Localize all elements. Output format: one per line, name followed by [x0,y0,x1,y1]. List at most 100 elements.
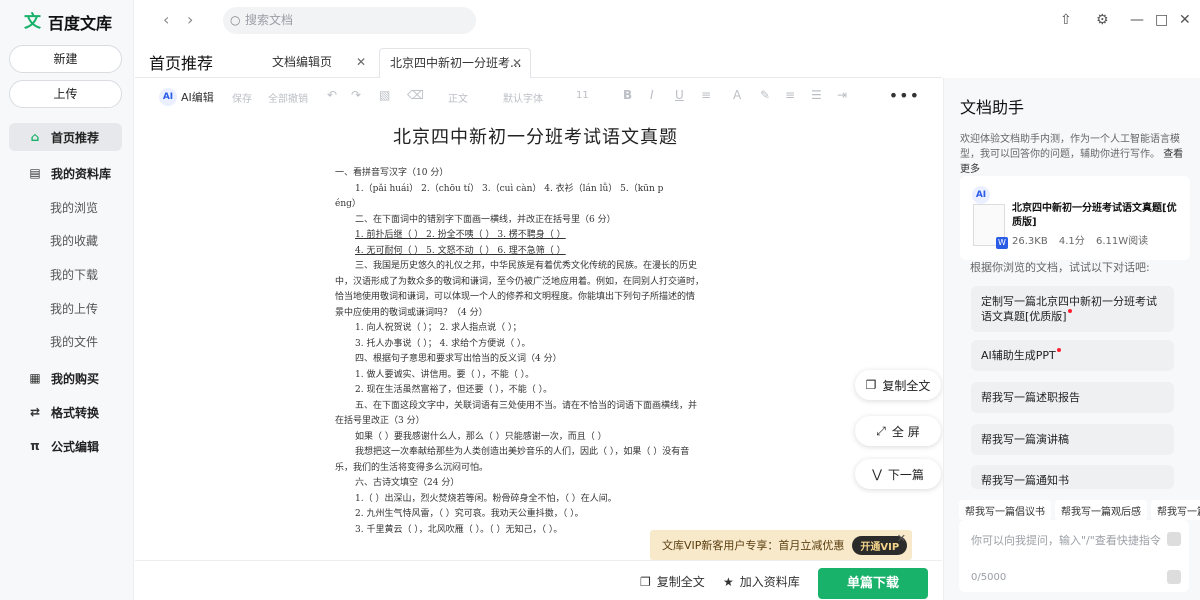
tab-close-icon[interactable]: ✕ [512,49,522,77]
sidebar-sub-files[interactable]: 我的文件 [50,333,98,350]
download-button[interactable]: 单篇下载 [818,568,928,599]
copy-all-float-button[interactable]: ❐ 复制全文 [855,370,941,400]
highlight-icon[interactable]: ✎ [760,88,770,102]
assistant-title: 文档助手 [960,98,1025,117]
clear-format-icon[interactable]: ⌫ [407,88,424,102]
underline-button[interactable]: U [675,88,684,102]
tab-label: 北京四中新初一分班考... [390,56,522,70]
sidebar-item-formula[interactable]: π 公式编辑 [9,432,122,460]
assistant-input-placeholder: 你可以向我提问，输入"/"查看快捷指令 [971,534,1161,547]
chevrons-down-icon: ⋁ [872,467,882,481]
sidebar-item-library[interactable]: ▤ 我的资料库 [9,159,122,187]
document-editor: AI AI编辑 保存 全部撤销 ↶ ↷ ▧ ⌫ 正文 默认字体 11 B I U… [135,78,942,600]
vip-banner[interactable]: 文库VIP新客用户专享：首月立减优惠 开通VIP ✕ [650,530,912,560]
logo[interactable]: 文 百度文库 [24,10,112,34]
copy-all-button[interactable]: ❐ 复制全文 [640,573,705,590]
close-window-icon[interactable]: ✕ [1179,12,1191,28]
ai-icon: AI [159,88,177,106]
undo-icon[interactable]: ↶ [327,88,337,102]
new-dot-icon [1056,348,1061,352]
sidebar-sub-favorites[interactable]: 我的收藏 [50,232,98,249]
share-icon[interactable]: ⇧ [1060,12,1072,28]
font-family-select[interactable]: 默认字体 [503,90,543,105]
paragraph-style-select[interactable]: 正文 [448,90,468,105]
suggestion-item[interactable]: 帮我写一篇述职报告 [971,382,1174,413]
doc-line: 如果（ ）要我感谢什么人，那么（ ）只能感谢一次，而且（ ） [355,431,607,442]
upload-button[interactable]: 上传 [9,80,122,108]
ai-edit-label: AI编辑 [181,91,214,104]
tab-current-doc[interactable]: 北京四中新初一分班考... ✕ [379,48,531,78]
page-title: 首页推荐 [149,54,214,73]
quick-chip[interactable]: 帮我写一篇 [1151,500,1200,520]
maximize-icon[interactable]: □ [1155,12,1168,28]
tab-doc-editor[interactable]: 文档编辑页 ✕ [262,48,374,78]
suggestion-item[interactable]: 定制写一篇北京四中新初一分班考试语文真题[优质版] [971,286,1174,332]
minimize-icon[interactable]: — [1130,12,1144,28]
doc-line: 1. 做人要诚实、讲信用。要（ ），不能（ ）。 [355,369,535,380]
undo-all-button[interactable]: 全部撤销 [268,90,308,105]
doc-line: éng） [335,199,361,209]
sidebar-item-home[interactable]: ⌂ 首页推荐 [9,123,122,151]
italic-button[interactable]: I [650,88,654,102]
doc-line: 中，汉语形成了为数众多的敬词和谦词，至今仍被广泛地应用着。例如，在同别人打交道时… [335,276,705,287]
list-icon[interactable]: ☰ [811,88,822,102]
sidebar-sub-downloads[interactable]: 我的下载 [50,266,98,283]
font-size-select[interactable]: 11 [576,90,589,101]
tab-bar: 首页推荐 文档编辑页 ✕ 北京四中新初一分班考... ✕ [135,44,942,78]
quick-chip[interactable]: 帮我写一篇观后感 [1055,500,1147,520]
forward-arrow-icon[interactable]: › [187,10,193,29]
bold-button[interactable]: B [623,88,632,102]
sidebar-item-label: 公式编辑 [51,439,100,454]
tab-close-icon[interactable]: ✕ [356,48,366,76]
formula-icon: π [30,439,40,453]
star-icon: ★ [723,574,734,589]
sidebar-item-convert[interactable]: ⇄ 格式转换 [9,398,122,426]
doc-card[interactable]: AI W 北京四中新初一分班考试语文真题[优质版] 26.3KB 4.1分 6.… [960,176,1190,260]
settings-icon[interactable]: ⚙ [1096,12,1109,28]
doc-line: 乐，我们的生活将变得多么沉闷可怕。 [335,462,489,473]
font-color-icon[interactable]: A [733,88,741,102]
doc-line: 三、我国是历史悠久的礼仪之邦，中华民族是有着优秀文化传统的民族。在漫长的历史 [355,261,698,271]
document-title: 北京四中新初一分班考试语文真题 [393,127,678,148]
save-button[interactable]: 保存 [232,90,252,105]
add-library-button[interactable]: ★ 加入资料库 [723,573,800,590]
ai-edit-button[interactable]: AI AI编辑 [159,88,214,106]
align-icon[interactable]: ≡ [785,88,795,102]
suggestion-item[interactable]: 帮我写一篇通知书 [971,465,1174,489]
sidebar-item-label: 格式转换 [51,405,100,420]
indent-icon[interactable]: ⇥ [837,88,847,102]
suggestion-item[interactable]: AI辅助生成PPT [971,340,1174,371]
doc-line: 1. 向人祝贺说（ ）； 2. 求人指点说（ ）； [355,323,522,333]
search-input[interactable]: ○ 搜索文档 [223,7,476,34]
fullscreen-button[interactable]: ⤢ 全 屏 [855,416,941,446]
suggestion-item[interactable]: 帮我写一篇演讲稿 [971,424,1174,455]
doc-line: 2. 九州生气恃风雷，（ ）究可哀。我劝天公重抖擞，（ ）。 [355,509,584,519]
copy-icon: ❐ [640,574,651,589]
send-icon[interactable] [1167,570,1181,584]
close-icon[interactable]: ✕ [897,532,906,545]
doc-card-meta: 26.3KB 4.1分 6.11W阅读 [1012,232,1148,247]
doc-reads: 6.11W阅读 [1095,236,1149,247]
attach-icon[interactable] [1167,532,1181,546]
fullscreen-label: 全 屏 [891,424,920,439]
convert-icon: ⇄ [29,405,41,419]
more-options-icon[interactable]: ••• [889,86,920,105]
assistant-input[interactable]: 你可以向我提问，输入"/"查看快捷指令 0/5000 [959,520,1189,592]
quick-chip[interactable]: 帮我写一篇倡议书 [959,500,1051,520]
new-button[interactable]: 新建 [9,45,122,73]
quick-chips: 帮我写一篇倡议书帮我写一篇观后感帮我写一篇 [959,500,1200,520]
back-arrow-icon[interactable]: ‹ [163,10,169,29]
sidebar-item-label: 我的资料库 [51,166,112,181]
assistant-description: 欢迎体验文档助手内测，作为一个人工智能语言模型，我可以回答你的问题，辅助你进行写… [960,132,1190,177]
document-body[interactable]: 一、看拼音写汉字（10 分） 1.（pǎi huái） 2.（chōu tí） … [335,166,745,538]
next-doc-button[interactable]: ⋁ 下一篇 [855,459,941,489]
doc-line: 景中应使用的敬词或谦词吗？（4 分） [335,307,488,318]
format-painter-icon[interactable]: ▧ [379,88,390,102]
sidebar-item-purchases[interactable]: ▦ 我的购买 [9,364,122,392]
word-file-icon: W [996,237,1008,249]
redo-icon[interactable]: ↷ [351,88,361,102]
doc-line: 六、古诗文填空（24 分） [355,478,460,488]
sidebar-sub-uploads[interactable]: 我的上传 [50,300,98,317]
strikethrough-icon[interactable]: ≡ [701,88,711,102]
sidebar-sub-browse[interactable]: 我的浏览 [50,199,98,216]
